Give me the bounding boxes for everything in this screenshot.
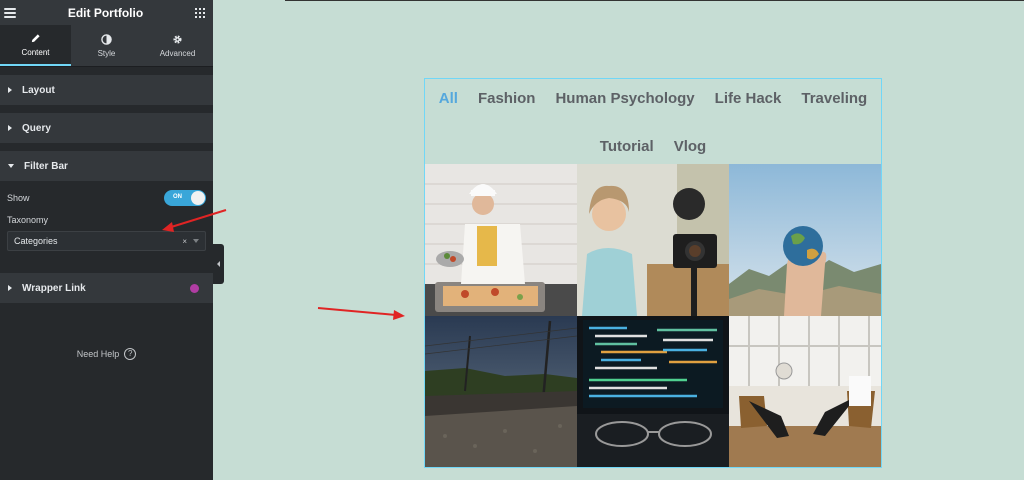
portfolio-image-globe[interactable] <box>729 164 881 316</box>
section-layout-label: Layout <box>22 84 55 96</box>
filter-tutorial[interactable]: Tutorial <box>600 137 654 166</box>
pro-badge-icon <box>190 283 199 293</box>
section-wrapper-link-label: Wrapper Link <box>22 282 86 294</box>
half-circle-icon <box>101 33 112 45</box>
need-help-link[interactable]: Need Help ? <box>0 348 213 360</box>
tab-style[interactable]: Style <box>71 25 142 66</box>
tab-advanced-label: Advanced <box>159 48 196 58</box>
panel-title: Edit Portfolio <box>67 5 144 20</box>
caret-down-icon <box>8 164 14 168</box>
need-help-label: Need Help <box>76 349 120 359</box>
pencil-icon <box>31 33 40 42</box>
tab-content-label: Content <box>21 47 50 57</box>
tab-advanced[interactable]: Advanced <box>142 25 213 66</box>
section-filter-bar-label: Filter Bar <box>24 160 68 172</box>
caret-right-icon <box>8 87 12 93</box>
show-toggle[interactable]: ON <box>164 190 206 206</box>
annotation-arrow-right <box>317 307 405 320</box>
filter-fashion[interactable]: Fashion <box>478 89 536 118</box>
filter-traveling[interactable]: Traveling <box>801 89 867 118</box>
portfolio-image-vlogger[interactable] <box>577 164 729 316</box>
question-circle-icon: ? <box>124 348 137 360</box>
editor-panel: Edit Portfolio Content Style Advanced La… <box>0 0 213 480</box>
panel-tabs: Content Style Advanced <box>0 25 213 67</box>
show-row: Show ON <box>7 189 206 207</box>
toggle-knob <box>191 191 205 205</box>
portfolio-image-code[interactable] <box>577 316 729 467</box>
chevron-left-icon <box>217 261 220 267</box>
annotation-arrow-left <box>162 209 227 232</box>
clear-icon[interactable]: × <box>182 237 187 246</box>
show-label: Show <box>7 193 30 203</box>
gear-icon <box>173 34 182 44</box>
portfolio-image-chef[interactable] <box>425 164 577 316</box>
section-layout[interactable]: Layout <box>0 75 213 105</box>
filter-life-hack[interactable]: Life Hack <box>715 89 782 118</box>
caret-right-icon <box>8 125 12 131</box>
portfolio-widget[interactable]: All Fashion Human Psychology Life Hack T… <box>424 78 882 468</box>
section-query-label: Query <box>22 122 51 134</box>
widgets-grid-icon[interactable] <box>194 7 205 18</box>
tab-content[interactable]: Content <box>0 25 71 66</box>
toggle-text: ON <box>173 194 182 200</box>
filter-human-psychology[interactable]: Human Psychology <box>555 89 694 118</box>
portfolio-image-office[interactable] <box>729 316 881 467</box>
portfolio-image-road[interactable] <box>425 316 577 467</box>
chevron-down-icon <box>193 239 199 243</box>
caret-right-icon <box>8 285 12 291</box>
divider-line <box>285 0 1024 1</box>
taxonomy-value: Categories <box>14 236 58 246</box>
filter-all[interactable]: All <box>439 89 458 118</box>
filter-bar: All Fashion Human Psychology Life Hack T… <box>425 79 881 165</box>
section-filter-bar[interactable]: Filter Bar <box>0 151 213 181</box>
portfolio-gallery <box>425 164 881 467</box>
section-wrapper-link[interactable]: Wrapper Link <box>0 273 213 303</box>
collapse-panel-button[interactable] <box>213 244 224 284</box>
panel-header: Edit Portfolio <box>0 0 213 25</box>
filter-vlog[interactable]: Vlog <box>674 137 707 166</box>
section-query[interactable]: Query <box>0 113 213 143</box>
hamburger-menu-icon[interactable] <box>4 7 16 18</box>
tab-style-label: Style <box>97 48 116 58</box>
